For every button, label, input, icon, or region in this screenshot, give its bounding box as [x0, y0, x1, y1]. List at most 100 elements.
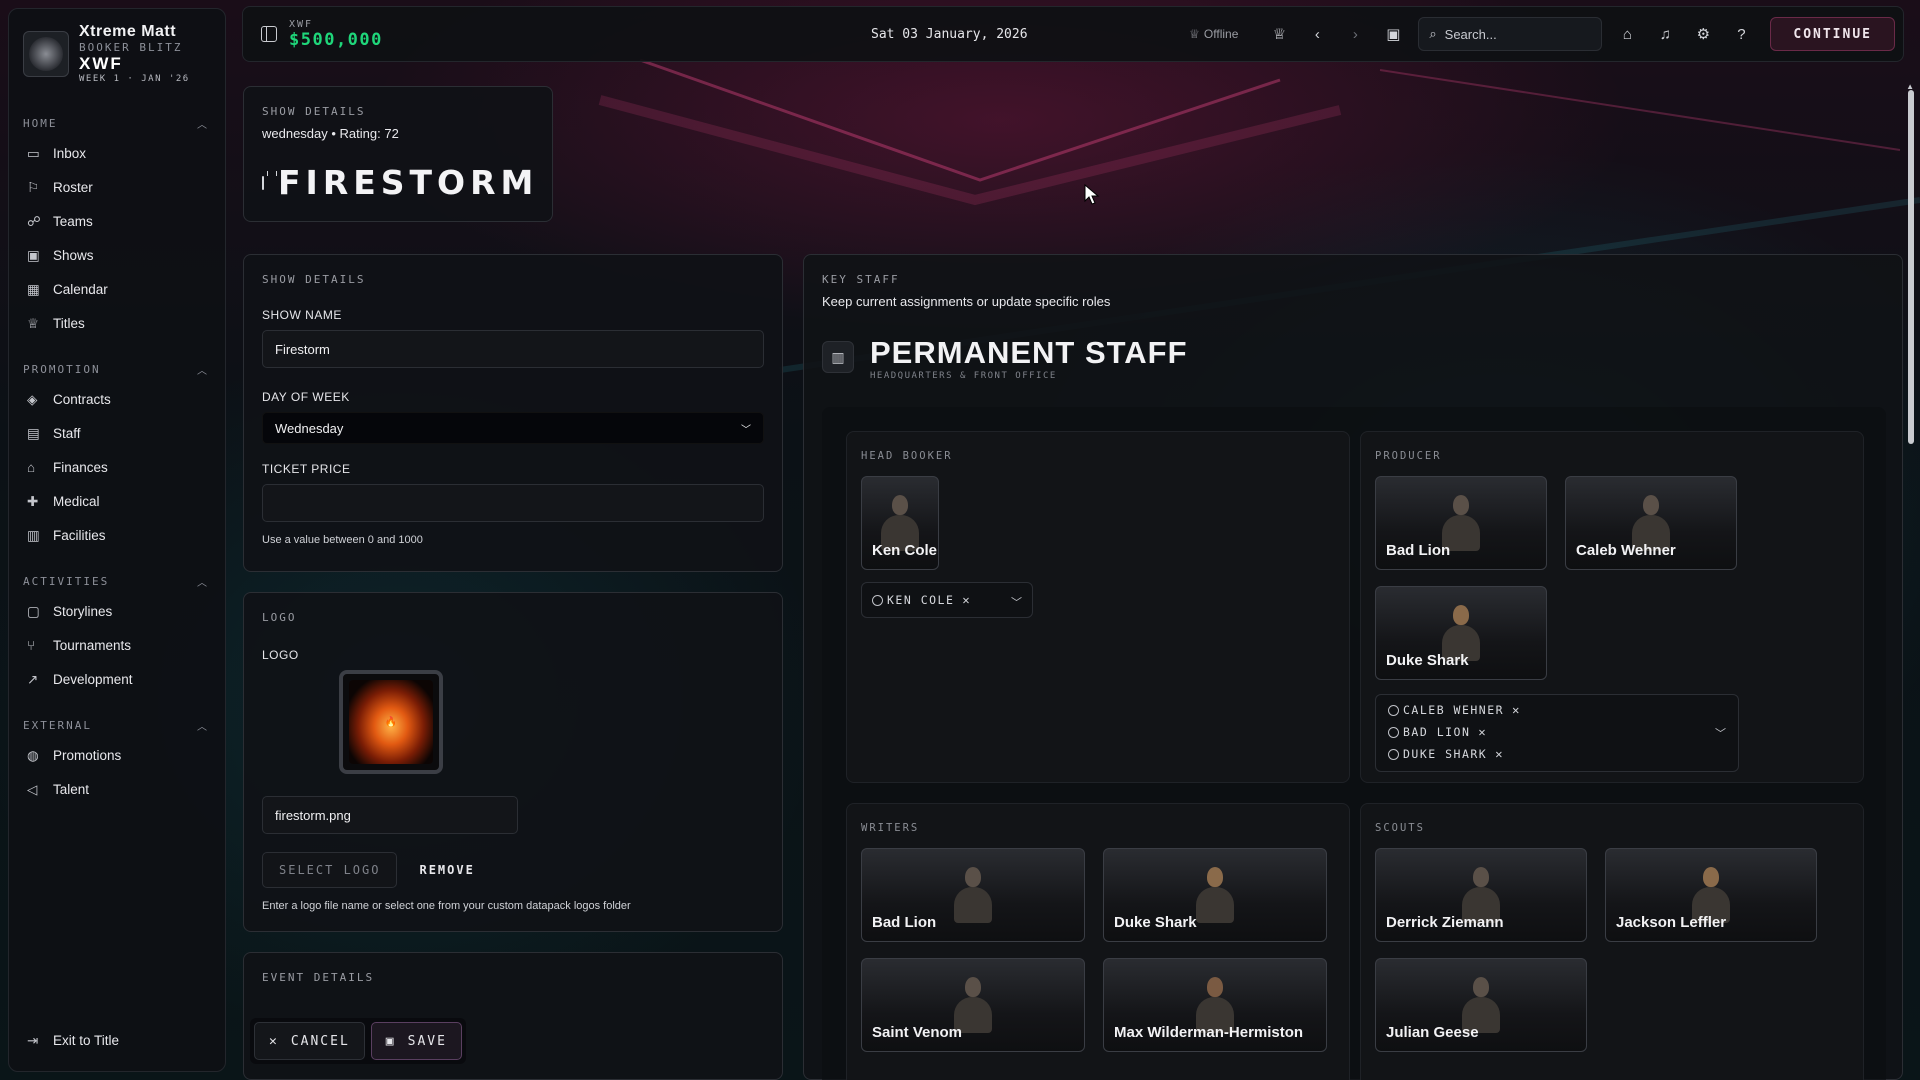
select-logo-button[interactable]: SELECT LOGO — [262, 852, 398, 888]
permanent-staff-subtitle: HEADQUARTERS & FRONT OFFICE — [870, 371, 1057, 381]
nav-section-header[interactable]: HOME ︿ — [9, 110, 225, 136]
sidebar-item-staff[interactable]: ▤ Staff — [9, 416, 225, 450]
sidebar-item-storylines[interactable]: ▢ Storylines — [9, 594, 225, 628]
chevron-down-icon: ﹀ — [1011, 597, 1022, 609]
promotion-name: XWF — [79, 54, 123, 73]
head-booker-card: HEAD BOOKER Ken Cole KEN COLE ✕ ﹀ — [846, 431, 1350, 783]
role-label: WRITERS — [861, 822, 920, 834]
staff-card[interactable]: Duke Shark — [1103, 848, 1327, 942]
sidebar-item-facilities[interactable]: ▥ Facilities — [9, 518, 225, 552]
inbox-icon: ▭ — [27, 146, 40, 161]
sidebar-item-finances[interactable]: ⌂ Finances — [9, 450, 225, 484]
staff-card[interactable]: Duke Shark — [1375, 586, 1547, 680]
remove-chip-icon[interactable]: ✕ — [1512, 703, 1521, 717]
sidebar-item-roster[interactable]: ⚐ Roster — [9, 170, 225, 204]
sidebar-item-promotions[interactable]: ◍ Promotions — [9, 738, 225, 772]
ticket-price-input[interactable] — [262, 484, 764, 522]
sidebar-item-teams[interactable]: ☍ Teams — [9, 204, 225, 238]
section-label: LOGO — [262, 611, 297, 624]
producer-select[interactable]: CALEB WEHNER ✕ BAD LION ✕ DUKE SHARK ✕ ﹀ — [1375, 694, 1739, 772]
nav-section-header[interactable]: EXTERNAL ︿ — [9, 712, 225, 738]
help-button[interactable]: ? — [1722, 15, 1760, 53]
save-game-button[interactable]: ▣ — [1374, 15, 1412, 53]
trophy-button[interactable]: ♕ — [1260, 15, 1298, 53]
staff-card[interactable]: Julian Geese — [1375, 958, 1587, 1052]
promotion-code: XWF — [289, 18, 314, 30]
role-label: HEAD BOOKER — [861, 450, 953, 462]
role-label: SCOUTS — [1375, 822, 1425, 834]
nav-section-promotion: PROMOTION ︿ ◈ Contracts ▤ Staff ⌂ Finances ✚… — [9, 356, 225, 552]
sidebar: Xtreme Matt BOOKER BLITZ XWF WEEK 1 · JA… — [8, 8, 226, 1072]
staff-card[interactable]: Bad Lion — [1375, 476, 1547, 570]
sidebar-item-talent[interactable]: ◁ Talent — [9, 772, 225, 806]
top-bar: XWF $500,000 Sat 03 January, 2026 ♕ Offli… — [242, 6, 1904, 62]
bracket-icon: ⑂ — [27, 638, 36, 653]
show-name-input[interactable]: Firestorm — [262, 330, 764, 368]
sidebar-item-titles[interactable]: ♕ Titles — [9, 306, 225, 340]
sidebar-item-shows[interactable]: ▣ Shows — [9, 238, 225, 272]
staff-card[interactable]: Jackson Leffler — [1605, 848, 1817, 942]
ticket-price-label: TICKET PRICE — [262, 462, 351, 476]
sidebar-item-tournaments[interactable]: ⑂ Tournaments — [9, 628, 225, 662]
staff-card[interactable]: Derrick Ziemann — [1375, 848, 1587, 942]
chevron-up-icon: ︿ — [197, 577, 209, 589]
trophy-icon: ♕ — [1272, 26, 1287, 43]
nav-section-home: HOME ︿ ▭ Inbox ⚐ Roster ☍ Teams ▣ Shows ▦ Cale… — [9, 110, 225, 340]
ticket-price-hint: Use a value between 0 and 1000 — [262, 534, 423, 546]
scrollbar[interactable] — [1908, 90, 1914, 444]
save-icon: ▣ — [1386, 26, 1401, 43]
storylines-icon: ▢ — [27, 604, 40, 619]
search-input[interactable]: ⌕ Search... — [1418, 17, 1603, 51]
connection-status: ♕ Offline — [1189, 27, 1239, 41]
forward-button[interactable]: › — [1336, 15, 1374, 53]
staff-card[interactable]: Ken Cole — [861, 476, 939, 570]
logo-panel: LOGO LOGO 🔥 firestorm.png SELECT LOGO RE… — [243, 592, 783, 932]
head-booker-select[interactable]: KEN COLE ✕ ﹀ — [861, 582, 1033, 618]
exit-to-title-button[interactable]: ⇥ Exit to Title — [9, 1023, 137, 1057]
remove-chip-icon[interactable]: ✕ — [1478, 725, 1487, 739]
chevron-up-icon: ︿ — [197, 119, 209, 131]
remove-chip-icon[interactable]: ✕ — [962, 593, 971, 607]
section-label: KEY STAFF — [822, 273, 900, 286]
staff-card[interactable]: Max Wilderman-Hermiston — [1103, 958, 1327, 1052]
back-button[interactable]: ‹ — [1298, 15, 1336, 53]
notifications-button[interactable]: ♫ — [1646, 15, 1684, 53]
day-of-week-select[interactable]: Wednesday ﹀ — [262, 412, 764, 444]
home-button[interactable]: ⌂ — [1608, 15, 1646, 53]
staff-card[interactable]: Saint Venom — [861, 958, 1085, 1052]
bank-balance: $500,000 — [289, 29, 383, 50]
show-details-panel: SHOW DETAILS SHOW NAME Firestorm DAY OF … — [243, 254, 783, 572]
sidebar-item-medical[interactable]: ✚ Medical — [9, 484, 225, 518]
player-role: BOOKER BLITZ — [79, 41, 183, 54]
logo-file-input[interactable]: firestorm.png — [262, 796, 518, 834]
remove-chip-icon[interactable]: ✕ — [1495, 747, 1504, 761]
sidebar-item-calendar[interactable]: ▦ Calendar — [9, 272, 225, 306]
sidebar-item-inbox[interactable]: ▭ Inbox — [9, 136, 225, 170]
remove-logo-button[interactable]: REMOVE — [405, 852, 488, 888]
sidebar-item-contracts[interactable]: ◈ Contracts — [9, 382, 225, 416]
staff-card[interactable]: Bad Lion — [861, 848, 1085, 942]
key-staff-panel: KEY STAFF Keep current assignments or up… — [803, 254, 1903, 1080]
brand-header: Xtreme Matt BOOKER BLITZ XWF WEEK 1 · JA… — [9, 9, 225, 96]
bell-icon: ♫ — [1659, 25, 1671, 43]
toggle-sidebar-icon[interactable] — [261, 26, 277, 42]
staff-grid: HEAD BOOKER Ken Cole KEN COLE ✕ ﹀ PRODUCE… — [822, 407, 1886, 1080]
teams-icon: ☍ — [27, 214, 41, 229]
nav-section-external: EXTERNAL ︿ ◍ Promotions ◁ Talent — [9, 712, 225, 806]
sidebar-item-development[interactable]: ↗ Development — [9, 662, 225, 696]
continue-button[interactable]: CONTINUE — [1770, 17, 1895, 51]
globe-icon: ◍ — [27, 748, 39, 763]
save-button[interactable]: ▣ SAVE — [370, 1022, 462, 1060]
staff-card[interactable]: Caleb Wehner — [1565, 476, 1737, 570]
trophy-icon: ♕ — [27, 316, 40, 331]
settings-button[interactable]: ⚙ — [1684, 15, 1722, 53]
nav-section-header[interactable]: PROMOTION ︿ — [9, 356, 225, 382]
day-of-week-label: DAY OF WEEK — [262, 390, 350, 404]
nav-section-header[interactable]: ACTIVITIES ︿ — [9, 568, 225, 594]
cancel-button[interactable]: ✕ CANCEL — [254, 1022, 365, 1060]
week-label: WEEK 1 · JAN '26 — [79, 74, 190, 84]
firestorm-logo-image: 🔥 — [349, 680, 433, 764]
nav-section-activities: ACTIVITIES ︿ ▢ Storylines ⑂ Tournaments ↗ De… — [9, 568, 225, 696]
home-icon: ⌂ — [1622, 25, 1632, 43]
logo-preview: 🔥 — [339, 670, 443, 774]
